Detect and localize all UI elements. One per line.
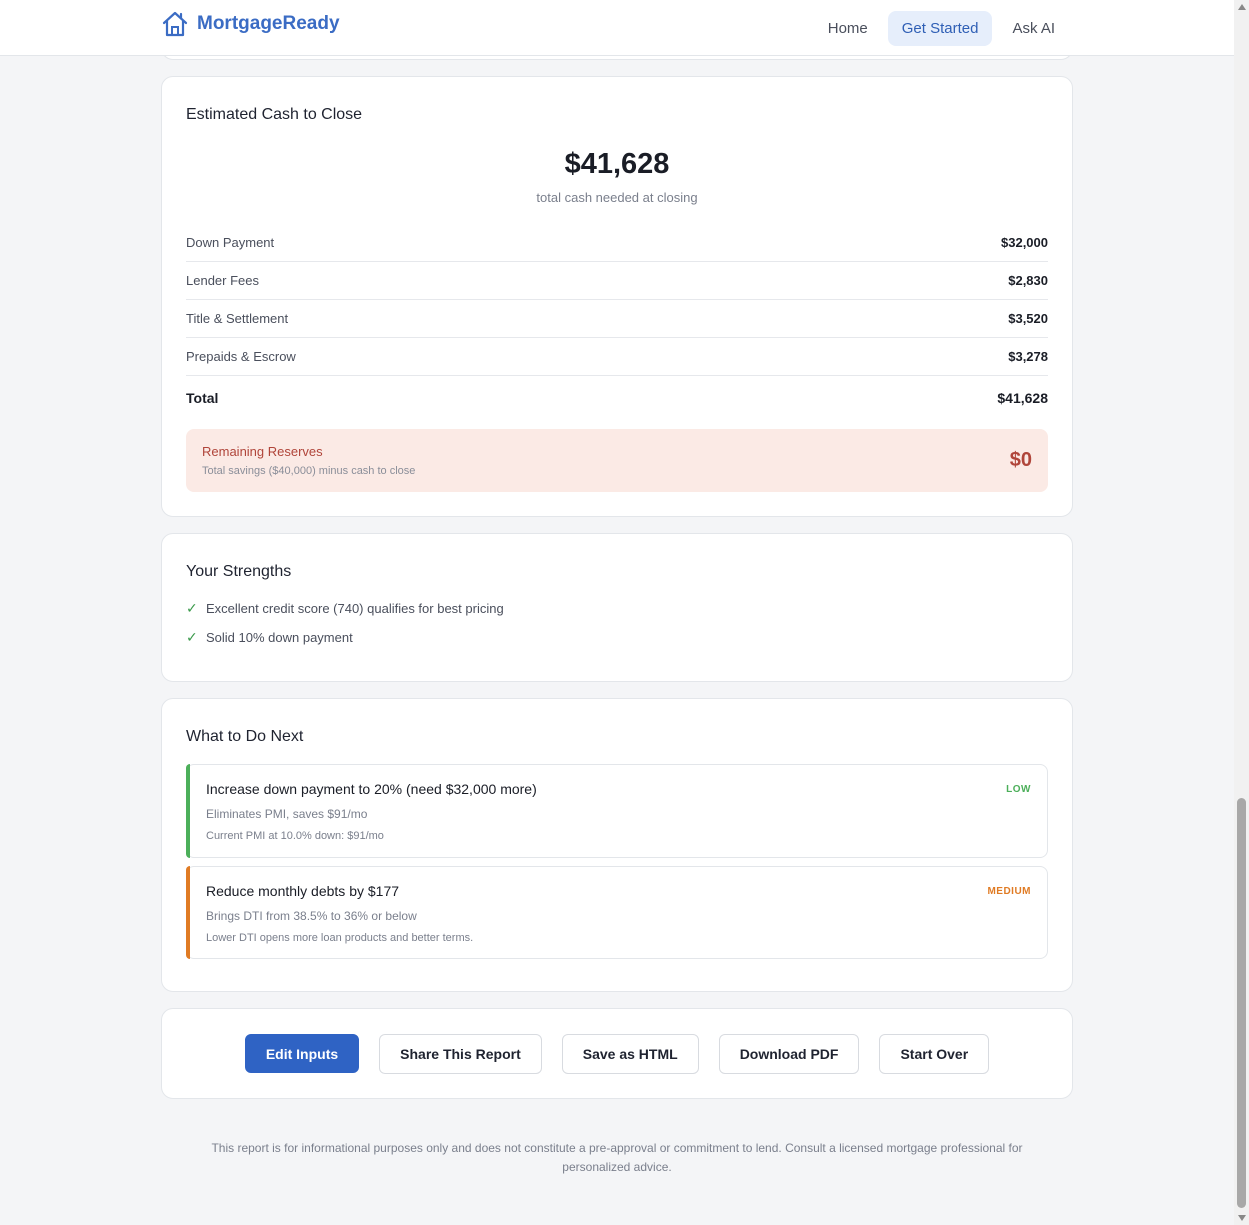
action-title: Reduce monthly debts by $177	[206, 883, 400, 899]
strength-item: ✓ Solid 10% down payment	[186, 629, 353, 646]
cost-value: $2,830	[1008, 273, 1048, 288]
cost-row-total: Total $41,628	[186, 376, 1048, 420]
priority-badge: LOW	[1006, 784, 1031, 795]
action-note: Lower DTI opens more loan products and b…	[206, 932, 474, 944]
action-note: Current PMI at 10.0% down: $91/mo	[206, 830, 384, 842]
nav-home[interactable]: Home	[814, 11, 882, 46]
disclaimer-text: This report is for informational purpose…	[211, 1141, 1023, 1174]
cost-row-title-settlement: Title & Settlement $3,520	[186, 300, 1048, 338]
strengths-card: Your Strengths ✓ Excellent credit score …	[161, 533, 1073, 682]
vertical-scrollbar[interactable]	[1234, 0, 1249, 1225]
strength-text: Excellent credit score (740) qualifies f…	[206, 601, 504, 616]
reserves-subtitle: Total savings ($40,000) minus cash to cl…	[202, 465, 416, 477]
total-value: $41,628	[997, 390, 1048, 406]
cost-row-lender-fees: Lender Fees $2,830	[186, 262, 1048, 300]
cost-label: Down Payment	[186, 235, 275, 250]
report-actions-card: Edit Inputs Share This Report Save as HT…	[161, 1008, 1073, 1099]
cost-breakdown: Down Payment $32,000 Lender Fees $2,830 …	[186, 224, 1048, 420]
remaining-reserves-panel: Remaining Reserves Total savings ($40,00…	[186, 429, 1048, 492]
action-item-down-payment: Increase down payment to 20% (need $32,0…	[186, 764, 1048, 858]
reserves-title: Remaining Reserves	[202, 444, 323, 459]
cash-to-close-card: Estimated Cash to Close $41,628 total ca…	[161, 76, 1073, 517]
priority-badge: MEDIUM	[987, 886, 1031, 897]
next-steps-title: What to Do Next	[186, 728, 304, 745]
strengths-title: Your Strengths	[186, 563, 292, 580]
start-over-button[interactable]: Start Over	[879, 1034, 990, 1074]
reserves-value: $0	[1009, 449, 1032, 471]
main-nav: Home Get Started Ask AI	[814, 11, 1069, 46]
cost-value: $32,000	[1001, 235, 1048, 250]
cost-label: Prepaids & Escrow	[186, 349, 296, 364]
scroll-down-icon[interactable]	[1238, 1215, 1246, 1221]
strength-text: Solid 10% down payment	[206, 630, 353, 645]
brand-logo[interactable]: MortgageReady	[161, 10, 340, 38]
total-label: Total	[186, 390, 219, 406]
priority-bar	[186, 764, 190, 858]
nav-get-started[interactable]: Get Started	[887, 11, 993, 46]
cost-value: $3,278	[1008, 349, 1048, 364]
action-item-reduce-debts: Reduce monthly debts by $177 Brings DTI …	[186, 866, 1048, 959]
cost-label: Title & Settlement	[186, 311, 289, 326]
download-pdf-button[interactable]: Download PDF	[718, 1034, 860, 1074]
share-report-button[interactable]: Share This Report	[379, 1034, 542, 1074]
house-icon	[162, 11, 188, 37]
cost-value: $3,520	[1008, 311, 1048, 326]
cash-to-close-subtitle: total cash needed at closing	[536, 190, 698, 205]
next-steps-card: What to Do Next Increase down payment to…	[161, 698, 1073, 992]
scroll-up-icon[interactable]	[1238, 4, 1246, 10]
priority-bar	[186, 866, 190, 959]
cash-to-close-amount: $41,628	[564, 148, 670, 180]
action-description: Eliminates PMI, saves $91/mo	[206, 807, 368, 821]
cost-row-prepaids-escrow: Prepaids & Escrow $3,278	[186, 338, 1048, 376]
action-title: Increase down payment to 20% (need $32,0…	[206, 781, 537, 797]
checkmark-icon: ✓	[186, 629, 198, 645]
brand-name: MortgageReady	[197, 13, 340, 34]
strength-item: ✓ Excellent credit score (740) qualifies…	[186, 600, 504, 617]
edit-inputs-button[interactable]: Edit Inputs	[244, 1034, 360, 1073]
nav-ask-ai[interactable]: Ask AI	[998, 11, 1069, 46]
top-navbar: MortgageReady Home Get Started Ask AI	[0, 0, 1234, 56]
checkmark-icon: ✓	[186, 600, 198, 616]
action-description: Brings DTI from 38.5% to 36% or below	[206, 909, 417, 923]
cost-label: Lender Fees	[186, 273, 259, 288]
action-buttons: Edit Inputs Share This Report Save as HT…	[162, 1034, 1072, 1074]
scroll-thumb[interactable]	[1237, 798, 1246, 1208]
save-html-button[interactable]: Save as HTML	[561, 1034, 699, 1074]
cash-to-close-title: Estimated Cash to Close	[186, 106, 363, 123]
cost-row-down-payment: Down Payment $32,000	[186, 224, 1048, 262]
